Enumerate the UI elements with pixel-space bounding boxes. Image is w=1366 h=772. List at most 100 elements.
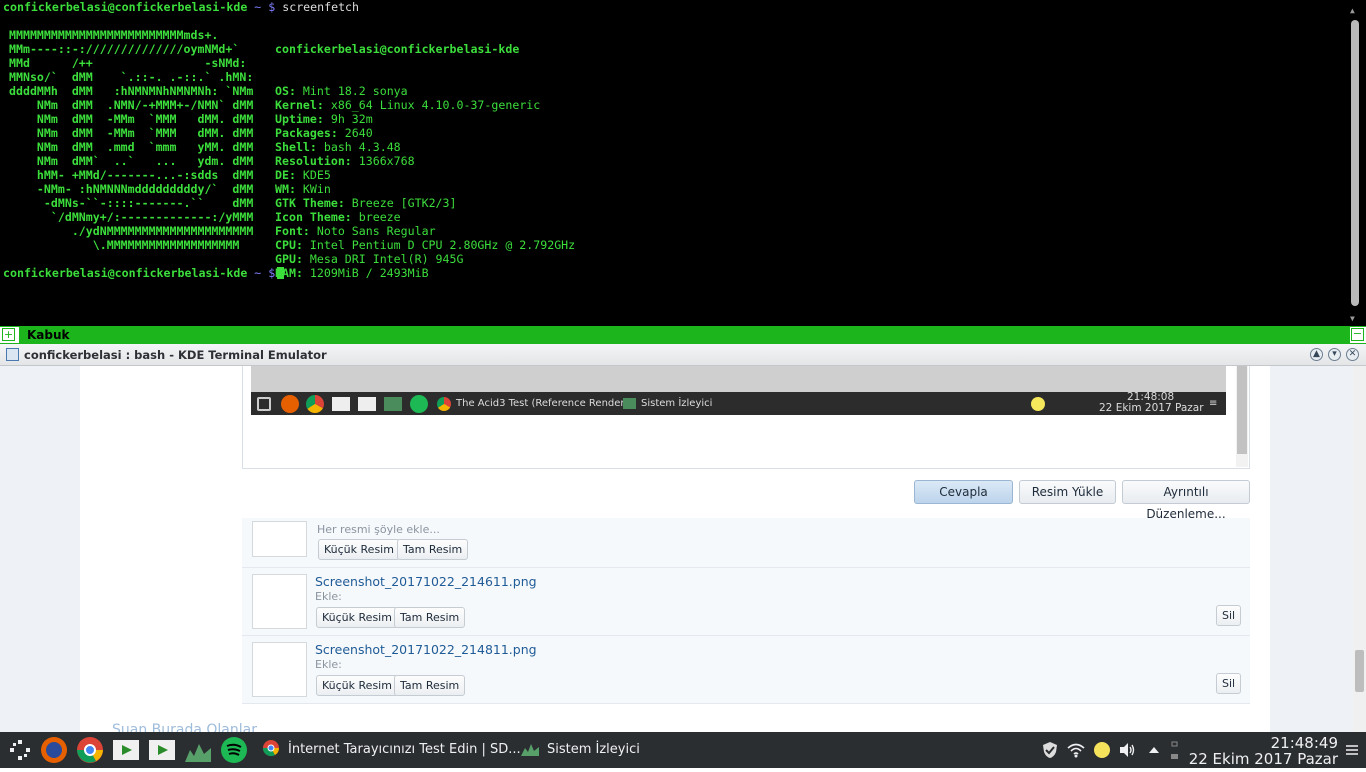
update-shield-icon[interactable] — [1041, 741, 1059, 759]
upload-image-button[interactable]: Resim Yükle — [1019, 480, 1116, 504]
info-key: Font: — [275, 224, 310, 238]
panel-menu-icon[interactable] — [1343, 741, 1361, 759]
info-value: 2640 — [337, 126, 373, 140]
system-monitor-task-icon — [521, 736, 539, 756]
firefox-icon[interactable] — [40, 736, 68, 764]
chrome-task-icon — [437, 397, 451, 411]
advanced-edit-button[interactable]: Ayrıntılı Düzenleme... — [1122, 480, 1250, 521]
embedded-task2-label: Sistem İzleyici — [641, 398, 713, 409]
delete-button[interactable]: Sil — [1216, 605, 1242, 626]
system-monitor-icon[interactable] — [184, 736, 212, 764]
info-value: KDE5 — [295, 168, 331, 182]
info-line: CPU: Intel Pentium D CPU 2.80GHz @ 2.792… — [275, 238, 575, 252]
insert-small-all-button[interactable]: Küçük Resim — [318, 539, 400, 560]
digital-clock[interactable]: 21:48:49 22 Ekim 2017 Pazar — [1188, 735, 1338, 767]
task-system-monitor[interactable]: Sistem İzleyici — [521, 732, 640, 768]
delete-button[interactable]: Sil — [1216, 673, 1242, 694]
attachment-row: Screenshot_20171022_214611.png Ekle: Küç… — [242, 568, 1250, 636]
ascii-logo: MMMMMMMMMMMMMMMMMMMMMMMMMmds+. MMm----::… — [9, 28, 254, 252]
text-cursor — [277, 267, 285, 279]
scroll-down-icon[interactable]: ▼ — [1350, 312, 1355, 326]
info-line: Icon Theme: breeze — [275, 210, 575, 224]
terminal-app-icon[interactable] — [6, 348, 19, 361]
minimize-icon[interactable]: ▾ — [1328, 348, 1341, 361]
scrollbar-thumb[interactable] — [1351, 20, 1359, 306]
terminal-scrollbar[interactable]: ▲ ▼ — [1349, 4, 1361, 324]
info-line: GPU: Mesa DRI Intel(R) 945G — [275, 252, 575, 266]
info-key: OS: — [275, 84, 296, 98]
info-line: Font: Noto Sans Regular — [275, 224, 575, 238]
embedded-taskbar: The Acid3 Test (Reference Renderi... Sis… — [251, 391, 1226, 415]
tab-menu-button[interactable]: − — [1351, 328, 1364, 341]
launcher-icon — [257, 397, 271, 411]
add-label: Ekle: — [315, 590, 342, 603]
monitor-icon — [384, 397, 402, 411]
embedded-tray-icon — [1031, 397, 1045, 411]
info-header: confickerbelasi@confickerbelasi-kde — [275, 42, 520, 56]
task-browser[interactable]: İnternet Tarayıcınızı Test Edin | SD... — [262, 732, 521, 768]
wifi-icon[interactable] — [1067, 741, 1085, 759]
window-title: confickerbelasi : bash - KDE Terminal Em… — [24, 348, 327, 362]
info-line: Kernel: x86_64 Linux 4.10.0-37-generic — [275, 98, 575, 112]
info-value: 1366x768 — [351, 154, 415, 168]
editor-scroll-thumb[interactable] — [1237, 366, 1247, 454]
attachment-filename-link[interactable]: Screenshot_20171022_214811.png — [315, 642, 537, 657]
info-value: Mesa DRI Intel(R) 945G — [302, 252, 464, 266]
attach-hint: Her resmi şöyle ekle... — [317, 523, 440, 536]
application-launcher-icon[interactable] — [6, 736, 34, 764]
editor-scrollbar[interactable] — [1236, 366, 1248, 467]
system-info: confickerbelasi@confickerbelasi-kde OS: … — [275, 14, 575, 308]
online-users-heading: Şuan Burada Olanlar — [112, 722, 257, 732]
info-value: Mint 18.2 sonya — [295, 84, 408, 98]
browser-page: The Acid3 Test (Reference Renderi... Sis… — [0, 366, 1366, 732]
spotify-icon[interactable] — [220, 736, 248, 764]
insert-full-button[interactable]: Tam Resim — [394, 607, 466, 628]
firefox-icon — [281, 395, 299, 413]
insert-small-button[interactable]: Küçük Resim — [316, 607, 398, 628]
attachment-filename-link[interactable]: Screenshot_20171022_214611.png — [315, 574, 537, 589]
taskbar: İnternet Tarayıcınızı Test Edin | SD... … — [0, 732, 1366, 768]
keep-above-icon[interactable]: ▲ — [1310, 348, 1323, 361]
info-line: Shell: bash 4.3.48 — [275, 140, 575, 154]
weather-sun-icon[interactable] — [1093, 741, 1111, 759]
chrome-icon[interactable] — [76, 736, 104, 764]
close-icon[interactable]: ✕ — [1346, 348, 1359, 361]
attachment-row: Screenshot_20171022_214811.png Ekle: Küç… — [242, 636, 1250, 704]
media2-icon — [358, 397, 376, 411]
add-label: Ekle: — [315, 658, 342, 671]
page-scrollbar[interactable] — [1353, 366, 1366, 732]
clock-time: 21:48:49 — [1270, 734, 1338, 752]
info-key: DE: — [275, 168, 296, 182]
tab-kabuk[interactable]: Kabuk — [19, 327, 78, 343]
info-key: Shell: — [275, 140, 317, 154]
reply-button[interactable]: Cevapla — [914, 480, 1013, 504]
page-scroll-thumb[interactable] — [1355, 650, 1364, 692]
window-titlebar[interactable]: confickerbelasi : bash - KDE Terminal Em… — [0, 344, 1366, 366]
clock-date: 22 Ekim 2017 Pazar — [1188, 750, 1338, 768]
info-key: Packages: — [275, 126, 338, 140]
insert-full-all-button[interactable]: Tam Resim — [397, 539, 469, 560]
info-value: KWin — [295, 182, 331, 196]
video-player-icon[interactable] — [148, 736, 176, 764]
terminal[interactable]: confickerbelasi@confickerbelasi-kde ~ $ … — [0, 0, 1366, 326]
embedded-clock-date: 22 Ekim 2017 Pazar — [1099, 402, 1204, 414]
task-system-monitor-label: Sistem İzleyici — [547, 742, 640, 757]
editor-preview: The Acid3 Test (Reference Renderi... Sis… — [242, 366, 1250, 469]
media-player-icon[interactable] — [112, 736, 140, 764]
monitor-task-icon — [623, 398, 636, 409]
info-key: CPU: — [275, 238, 303, 252]
info-value: 1209MiB / 2493MiB — [302, 266, 429, 280]
info-key: Resolution: — [275, 154, 352, 168]
info-key: Uptime: — [275, 112, 324, 126]
info-line: DE: KDE5 — [275, 168, 575, 182]
info-line: GTK Theme: Breeze [GTK2/3] — [275, 196, 575, 210]
attachment-thumbnail — [252, 642, 307, 697]
insert-small-button[interactable]: Küçük Resim — [316, 675, 398, 696]
embedded-screenshot: The Acid3 Test (Reference Renderi... Sis… — [251, 366, 1226, 415]
volume-icon[interactable] — [1118, 741, 1136, 759]
insert-full-button[interactable]: Tam Resim — [394, 675, 466, 696]
info-line: Uptime: 9h 32m — [275, 112, 575, 126]
new-tab-button[interactable]: + — [2, 328, 15, 341]
scroll-up-icon[interactable]: ▲ — [1350, 4, 1355, 18]
tray-expand-icon[interactable] — [1145, 741, 1163, 759]
